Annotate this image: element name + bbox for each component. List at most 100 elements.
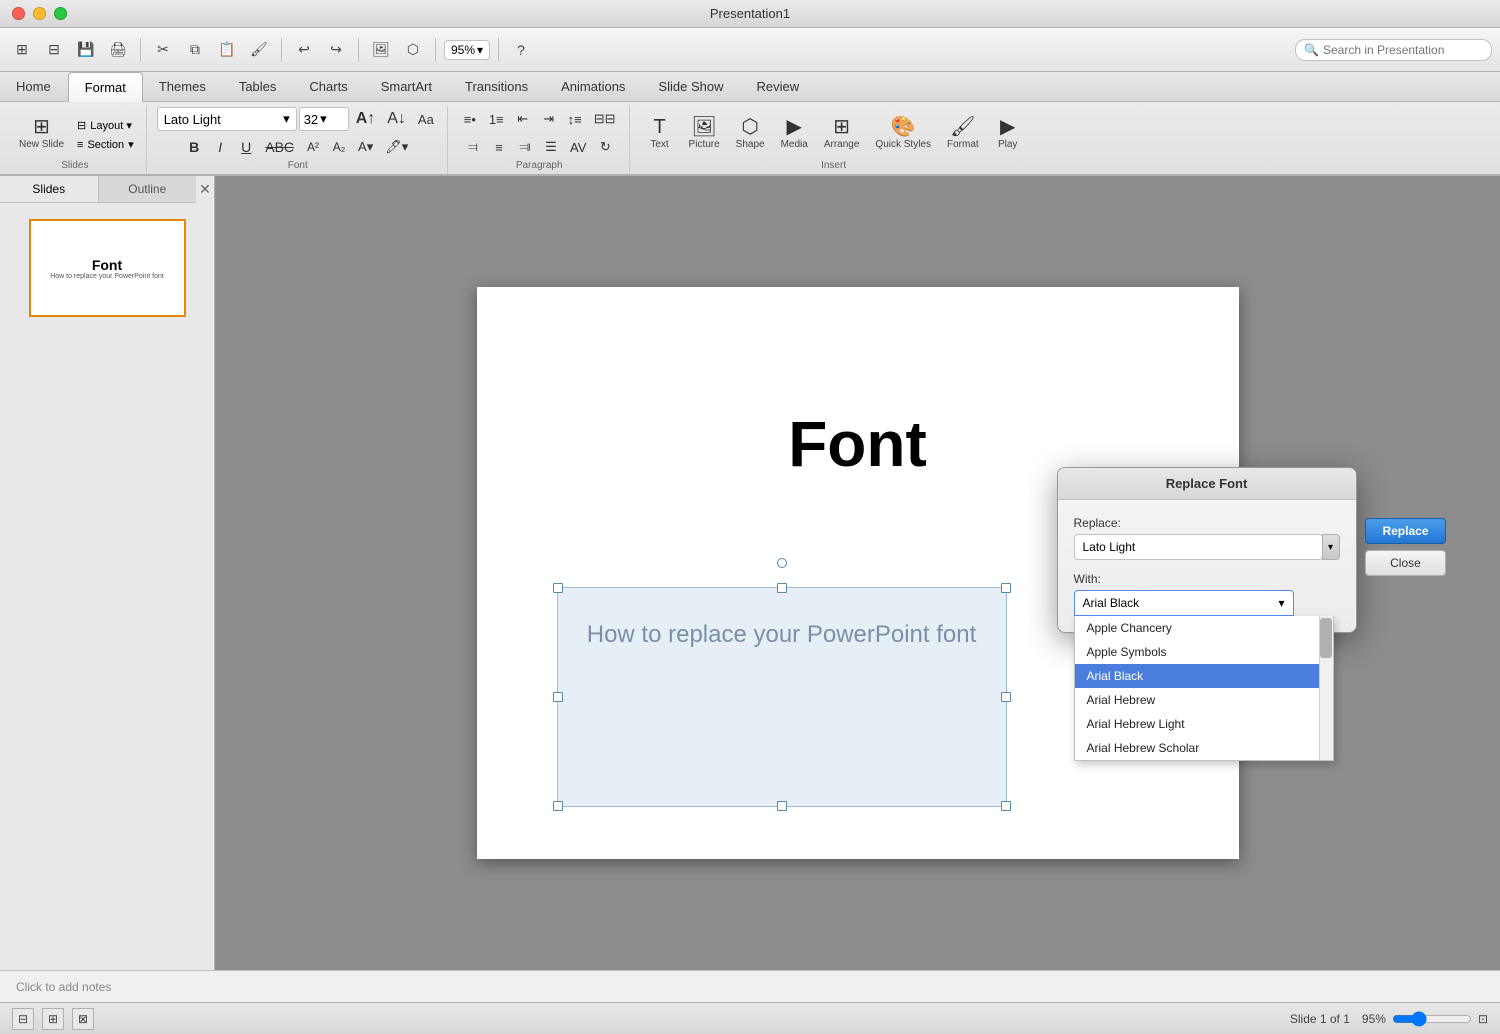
italic-btn[interactable]: I — [208, 136, 232, 158]
save-btn[interactable]: 💾 — [72, 36, 100, 64]
play-btn[interactable]: ▶ Play — [988, 113, 1028, 154]
tab-tables[interactable]: Tables — [223, 72, 294, 101]
insert-shape-btn[interactable]: ⬡ — [399, 36, 427, 64]
notes-placeholder[interactable]: Click to add notes — [16, 980, 111, 994]
help-btn[interactable]: ? — [507, 36, 535, 64]
close-button-dialog[interactable]: Close — [1365, 550, 1445, 576]
font-option-arial-black[interactable]: Arial Black — [1075, 664, 1333, 688]
undo-btn[interactable]: ↩ — [290, 36, 318, 64]
strikethrough-btn[interactable]: ABC — [260, 136, 299, 158]
presenter-view-btn[interactable]: ⊠ — [72, 1008, 94, 1030]
font-size-increase-btn[interactable]: A↑ — [351, 107, 381, 131]
insert-pic-btn[interactable]: 🖼 — [367, 36, 395, 64]
format-btn[interactable]: 🖌 Format — [940, 113, 986, 154]
subscript-btn[interactable]: A₂ — [327, 137, 351, 157]
char-spacing-btn[interactable]: AV — [565, 137, 591, 158]
tab-transitions[interactable]: Transitions — [449, 72, 545, 101]
tab-animations[interactable]: Animations — [545, 72, 642, 101]
font-size-dropdown-icon[interactable]: ▾ — [320, 111, 327, 127]
font-size-selector[interactable]: 32 ▾ — [299, 107, 349, 131]
zoom-fit-icon[interactable]: ⊡ — [1478, 1012, 1488, 1026]
cut-btn[interactable]: ✂ — [149, 36, 177, 64]
font-color-btn[interactable]: A▾ — [353, 136, 378, 158]
print-btn[interactable]: 🖨 — [104, 36, 132, 64]
copy-btn[interactable]: ⧉ — [181, 36, 209, 64]
maximize-button[interactable] — [54, 7, 67, 20]
resize-handle-bl[interactable] — [553, 801, 563, 811]
bold-btn[interactable]: B — [182, 136, 206, 158]
tab-slideshow[interactable]: Slide Show — [642, 72, 740, 101]
font-size-decrease-btn[interactable]: A↓ — [382, 107, 411, 131]
font-selector-dropdown-icon[interactable]: ▾ — [283, 111, 290, 127]
tab-themes[interactable]: Themes — [143, 72, 223, 101]
grid-view-btn[interactable]: ⊞ — [42, 1008, 64, 1030]
tab-review[interactable]: Review — [740, 72, 816, 101]
shape-btn[interactable]: ⬡ Shape — [729, 113, 772, 154]
resize-handle-mr[interactable] — [1001, 692, 1011, 702]
picture-btn[interactable]: 🖼 Picture — [682, 113, 727, 154]
resize-handle-tl[interactable] — [553, 583, 563, 593]
zoom-dropdown-icon[interactable]: ▾ — [477, 43, 483, 57]
highlight-btn[interactable]: 🖊▾ — [380, 136, 413, 158]
search-bar[interactable]: 🔍 — [1295, 39, 1492, 61]
search-input[interactable] — [1323, 43, 1483, 57]
font-option-apple-chancery[interactable]: Apple Chancery — [1075, 616, 1333, 640]
superscript-btn[interactable]: A² — [301, 137, 325, 157]
align-center-btn[interactable]: ≡ — [487, 137, 511, 158]
align-justify-btn[interactable]: ☰ — [539, 136, 563, 158]
resize-handle-br[interactable] — [1001, 801, 1011, 811]
rotate-handle[interactable] — [777, 558, 787, 568]
close-button[interactable] — [12, 7, 25, 20]
zoom-control[interactable]: 95% ▾ — [444, 40, 490, 60]
format-painter-btn[interactable]: 🖌 — [245, 36, 273, 64]
slide-content-box[interactable]: How to replace your PowerPoint font — [557, 587, 1007, 807]
slides-panel-close-btn[interactable]: ✕ — [196, 181, 214, 199]
layout-btn-small[interactable]: ⊟ Layout ▾ — [73, 117, 138, 134]
indent-more-btn[interactable]: ⇥ — [537, 108, 561, 130]
align-right-btn[interactable]: ⫥ — [513, 136, 537, 158]
zoom-range-input[interactable] — [1392, 1011, 1472, 1027]
slides-tab[interactable]: Slides — [0, 176, 99, 202]
change-case-btn[interactable]: Aa — [413, 107, 439, 131]
replace-button[interactable]: Replace — [1365, 518, 1445, 544]
indent-less-btn[interactable]: ⇤ — [511, 108, 535, 130]
layout-btn[interactable]: ⊟ — [40, 36, 68, 64]
resize-handle-bm[interactable] — [777, 801, 787, 811]
quick-styles-btn[interactable]: 🎨 Quick Styles — [868, 113, 938, 154]
minimize-button[interactable] — [33, 7, 46, 20]
replace-field[interactable]: Lato Light — [1074, 534, 1323, 560]
new-slide-toolbar-btn[interactable]: ⊞ — [8, 36, 36, 64]
outline-tab[interactable]: Outline — [99, 176, 197, 202]
section-btn[interactable]: ≡ Section ▾ — [73, 136, 138, 153]
resize-handle-tr[interactable] — [1001, 583, 1011, 593]
resize-handle-tm[interactable] — [777, 583, 787, 593]
text-direction-btn[interactable]: ↻ — [593, 136, 617, 158]
font-name-selector[interactable]: Lato Light ▾ — [157, 107, 297, 131]
numbering-btn[interactable]: 1≡ — [484, 109, 509, 130]
media-btn[interactable]: ▶ Media — [774, 113, 815, 154]
tab-charts[interactable]: Charts — [293, 72, 364, 101]
slide-canvas[interactable]: Font How to replace your PowerPoint font… — [477, 287, 1239, 859]
redo-btn[interactable]: ↪ — [322, 36, 350, 64]
with-dropdown-selected[interactable]: Arial Black ▾ — [1074, 590, 1294, 616]
dropdown-scrollthumb[interactable] — [1320, 618, 1332, 658]
bullets-btn[interactable]: ≡• — [458, 109, 482, 130]
font-option-arial-hebrew-light[interactable]: Arial Hebrew Light — [1075, 712, 1333, 736]
arrange-btn[interactable]: ⊞ Arrange — [817, 113, 867, 154]
replace-dropdown-arrow[interactable]: ▾ — [1322, 534, 1340, 560]
columns-btn[interactable]: ⊟⊟ — [589, 108, 621, 130]
window-controls[interactable] — [12, 7, 67, 20]
font-option-apple-symbols[interactable]: Apple Symbols — [1075, 640, 1333, 664]
underline-btn[interactable]: U — [234, 136, 258, 158]
dropdown-scrollbar[interactable] — [1319, 616, 1333, 760]
paste-btn[interactable]: 📋 — [213, 36, 241, 64]
font-option-arial-hebrew[interactable]: Arial Hebrew — [1075, 688, 1333, 712]
tab-format[interactable]: Format — [68, 72, 143, 102]
align-left-btn[interactable]: ⫤ — [461, 136, 485, 158]
tab-smartart[interactable]: SmartArt — [365, 72, 449, 101]
font-option-arial-hebrew-scholar[interactable]: Arial Hebrew Scholar — [1075, 736, 1333, 760]
tab-home[interactable]: Home — [0, 72, 68, 101]
normal-view-btn[interactable]: ⊟ — [12, 1008, 34, 1030]
resize-handle-ml[interactable] — [553, 692, 563, 702]
slide-thumbnail[interactable]: Font How to replace your PowerPoint font — [29, 219, 186, 317]
